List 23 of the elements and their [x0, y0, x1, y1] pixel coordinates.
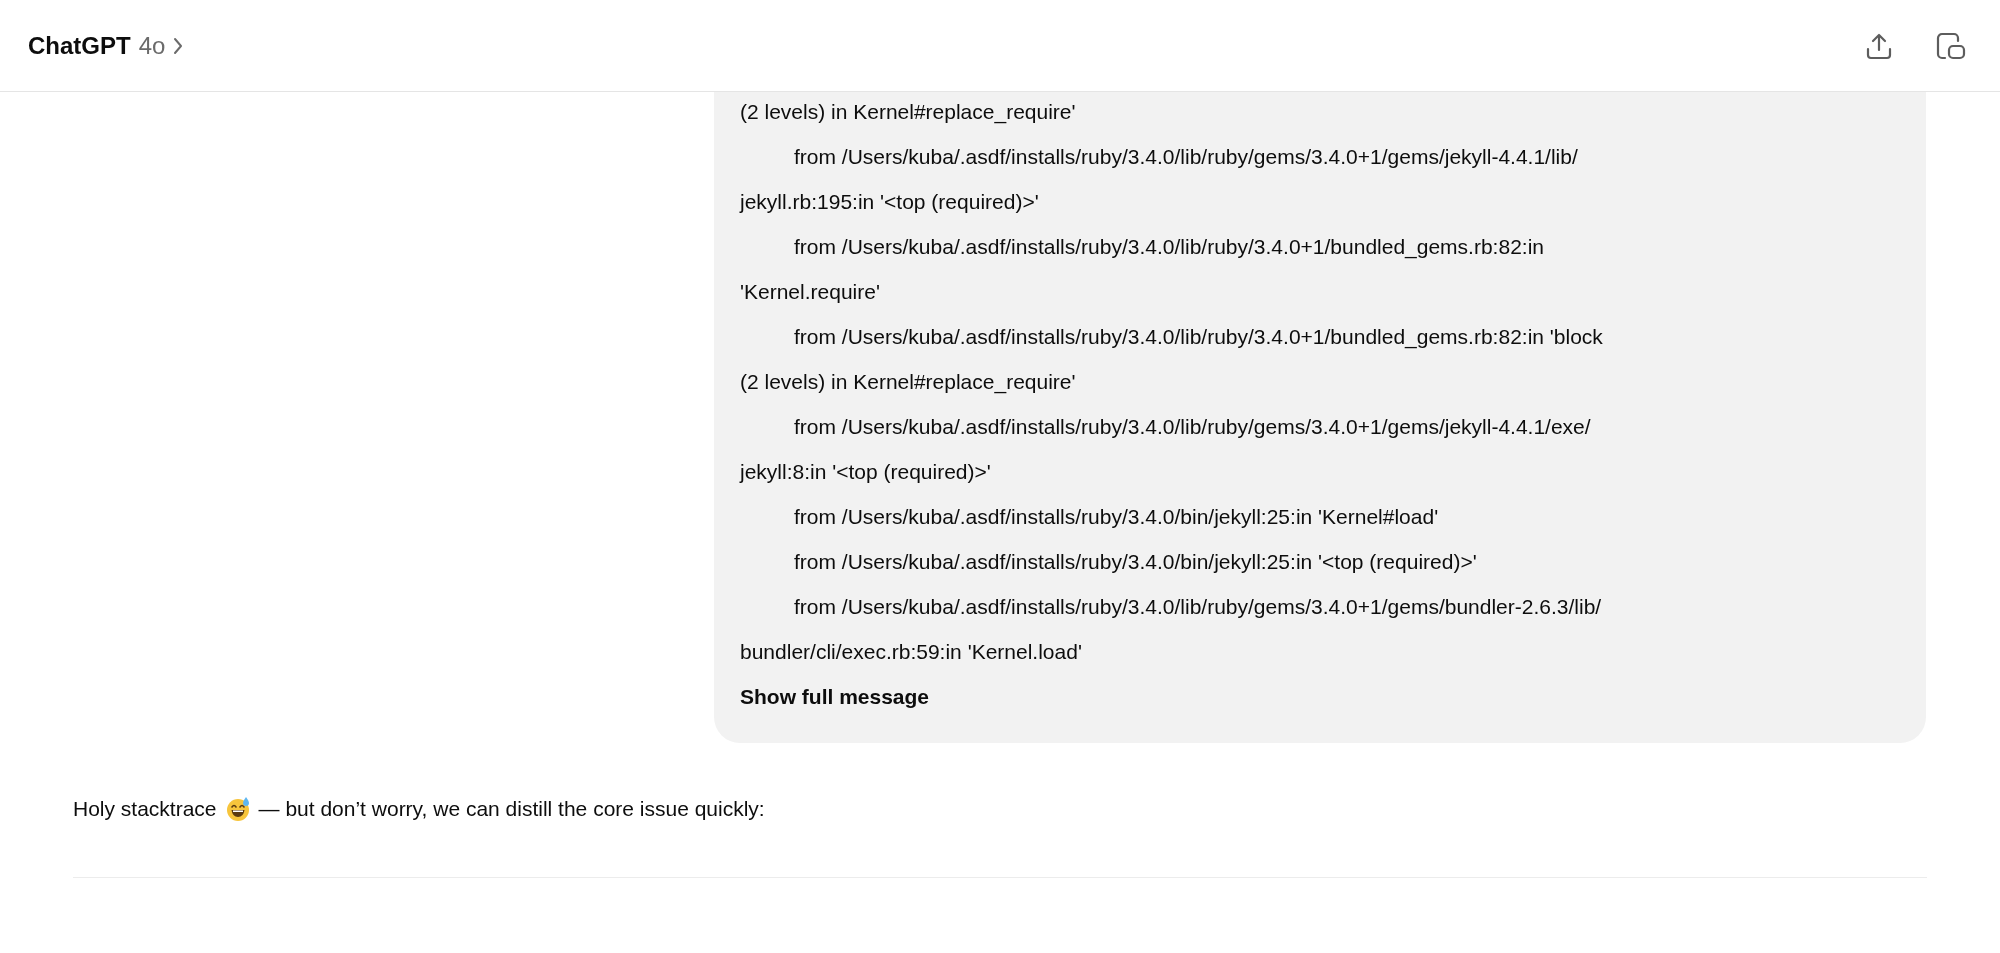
stacktrace-line: bundler/cli/exec.rb:59:in 'Kernel.load': [740, 639, 1083, 665]
stacktrace-line: from /Users/kuba/.asdf/installs/ruby/3.4.0/lib/ruby/3.4.0+1/bundled_gems.rb:82:in 'block: [793, 324, 1604, 351]
stacktrace-line: jekyll.rb:195:in '<top (required)>': [740, 189, 1040, 215]
stacktrace-line: from /Users/kuba/.asdf/installs/ruby/3.4.0/lib/ruby/gems/3.4.0+1/gems/bundler-2.6.3/lib/: [793, 594, 1603, 620]
app-title: ChatGPT: [28, 30, 131, 61]
model-selector[interactable]: ChatGPT 4o: [28, 27, 184, 64]
assistant-text: Holy stacktrace: [73, 796, 217, 822]
assistant-text: — but don’t worry, we can distill the core issue quickly:: [258, 796, 765, 822]
stacktrace-line: from /Users/kuba/.asdf/installs/ruby/3.4.0/lib/ruby/3.4.0+1/bundled_gems.rb:82:in: [793, 234, 1545, 261]
stacktrace-line: from /Users/kuba/.asdf/installs/ruby/3.4.0/lib/ruby/gems/3.4.0+1/gems/jekyll-4.4.1/lib/: [793, 144, 1579, 170]
stacktrace-line: jekyll:8:in '<top (required)>': [740, 459, 992, 485]
share-icon[interactable]: [1866, 31, 1892, 60]
stacktrace-line: (2 levels) in Kernel#replace_require': [740, 369, 1077, 396]
grinning-sweat-emoji-icon: [224, 795, 251, 822]
stacktrace-line: from /Users/kuba/.asdf/installs/ruby/3.4.0/bin/jekyll:25:in 'Kernel#load': [793, 504, 1440, 530]
stacktrace-line: 'Kernel.require': [740, 279, 881, 305]
show-full-message-button[interactable]: Show full message: [740, 674, 930, 719]
model-name: 4o: [138, 30, 166, 61]
stacktrace-line: (2 levels) in Kernel#replace_require': [740, 99, 1077, 126]
stacktrace-line: from /Users/kuba/.asdf/installs/ruby/3.4.0/lib/ruby/gems/3.4.0+1/gems/jekyll-4.4.1/exe/: [793, 414, 1592, 440]
new-window-icon[interactable]: [1936, 31, 1966, 60]
chevron-right-icon: [173, 36, 184, 55]
stacktrace-line: from /Users/kuba/.asdf/installs/ruby/3.4.0/bin/jekyll:25:in '<top (required)>': [793, 549, 1478, 575]
